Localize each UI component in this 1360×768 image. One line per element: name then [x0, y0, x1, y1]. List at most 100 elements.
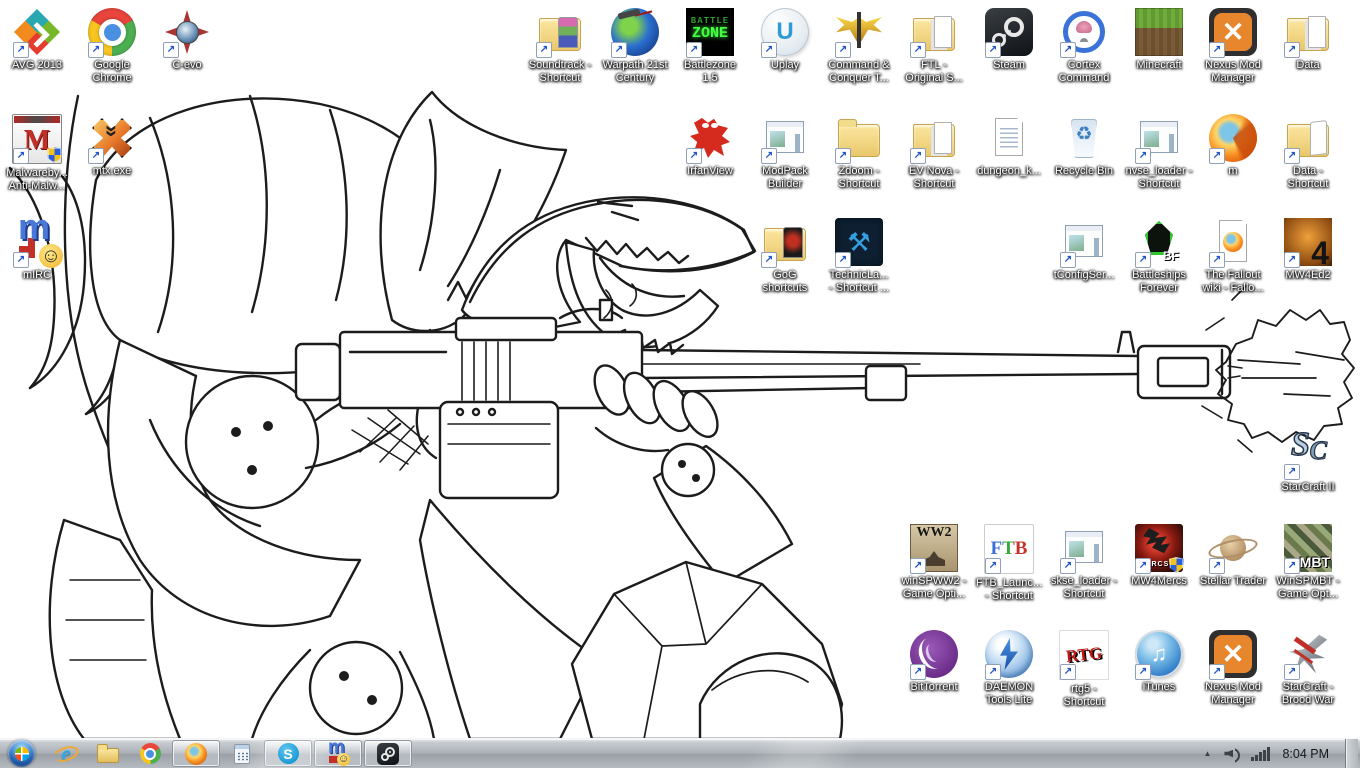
calculator-icon [230, 742, 254, 766]
desktop-icon-modpack-builder[interactable]: ModPack Builder [748, 114, 822, 191]
desktop-icon-itunes[interactable]: iTunes [1122, 630, 1196, 694]
desktop-icon-starcraft-brood-war[interactable]: StarCraft - Brood War [1271, 630, 1345, 707]
shortcut-arrow-icon [1060, 42, 1076, 58]
desktop-surface: AVG 2013 Google Chrome C-evo Soundtrack … [0, 0, 1360, 739]
icon-label: Battleships Forever [1122, 269, 1196, 295]
icon-label: skse_loader - Shortcut [1047, 575, 1121, 601]
desktop-icon-warpath-21st-century[interactable]: Warpath 21st Century [598, 8, 672, 85]
shortcut-arrow-icon [985, 42, 1001, 58]
desktop-icon-gog-shortcuts[interactable]: GoG shortcuts [748, 218, 822, 295]
desktop-icon-irfanview[interactable]: IrfanView [673, 114, 747, 178]
google-chrome-icon [140, 743, 161, 764]
icon-label: Data [1271, 59, 1345, 72]
icon-label: Minecraft [1122, 59, 1196, 72]
desktop-icon-ftl-original-soundtrack[interactable]: FTL - Original S... [897, 8, 971, 85]
show-hidden-icons-button[interactable]: ▲ [1200, 749, 1214, 758]
desktop-icon-data-shortcut[interactable]: Data - Shortcut [1271, 114, 1345, 191]
shortcut-arrow-icon [910, 148, 926, 164]
desktop-icon-uplay[interactable]: Uplay [748, 8, 822, 72]
desktop-icon-cortex-command[interactable]: Cortex Command [1047, 8, 1121, 85]
desktop-icon-zdoom[interactable]: Zdoom - Shortcut [822, 114, 896, 191]
desktop-icon-nexus-mod-manager-2[interactable]: Nexus Mod Manager [1196, 630, 1270, 707]
desktop-icon-ev-nova[interactable]: EV Nova - Shortcut [897, 114, 971, 191]
desktop-icon-winspww2[interactable]: winSPWW2 - Game Opti... [897, 524, 971, 601]
icon-label: rtg5 - Shortcut [1047, 683, 1121, 709]
shortcut-arrow-icon [13, 148, 29, 164]
desktop-icon-winspmbt[interactable]: WinSPMBT - Game Opt... [1271, 524, 1345, 601]
taskbar-button-skype[interactable] [264, 740, 312, 767]
skype-icon [278, 743, 299, 764]
network-signal-icon[interactable] [1251, 747, 1270, 761]
desktop-icon-google-chrome[interactable]: Google Chrome [75, 8, 149, 85]
taskbar-button-steam[interactable] [364, 740, 412, 767]
desktop-icon-battleships-forever[interactable]: Battleships Forever [1122, 218, 1196, 295]
desktop-icon-steam[interactable]: Steam [972, 8, 1046, 72]
desktop-icon-mw4ed2[interactable]: MW4Ed2 [1271, 218, 1345, 282]
desktop-icon-battlezone-15[interactable]: Battlezone 1.5 [673, 8, 747, 85]
icon-label: Google Chrome [75, 59, 149, 85]
desktop-icon-soundtrack[interactable]: Soundtrack - Shortcut [523, 8, 597, 85]
desktop-icon-bittorrent[interactable]: BitTorrent [897, 630, 971, 694]
desktop-icon-mirc[interactable]: mIRC [0, 218, 74, 282]
desktop-icon-data[interactable]: Data [1271, 8, 1345, 72]
taskbar-button-mirc[interactable] [314, 740, 362, 767]
shortcut-arrow-icon [1135, 664, 1151, 680]
desktop-icon-fallout-wiki[interactable]: The Fallout wiki - Fallo... [1196, 218, 1270, 295]
desktop-icon-skse-loader[interactable]: skse_loader - Shortcut [1047, 524, 1121, 601]
desktop-icon-technic-launcher[interactable]: TechnicLa... - Shortcut ... [822, 218, 896, 295]
icon-label: tConfigSer... [1047, 269, 1121, 282]
windows-explorer-icon [96, 742, 120, 766]
minecraft-icon [1135, 8, 1183, 56]
desktop-icon-starcraft-2[interactable]: StarCraft II [1271, 430, 1345, 494]
desktop-icon-ftb-launcher[interactable]: FTB_Launc... - Shortcut [972, 524, 1046, 603]
desktop-icon-mtx-exe[interactable]: mtx.exe [75, 114, 149, 178]
desktop-icon-daemon-tools-lite[interactable]: DAEMON Tools Lite [972, 630, 1046, 707]
taskbar-button-windows-explorer[interactable] [88, 741, 128, 766]
shortcut-arrow-icon [1284, 148, 1300, 164]
shortcut-arrow-icon [1209, 252, 1225, 268]
icon-label: Data - Shortcut [1271, 165, 1345, 191]
icon-label: Nexus Mod Manager [1196, 681, 1270, 707]
desktop-icon-nvse-loader[interactable]: nvse_loader - Shortcut [1122, 114, 1196, 191]
desktop-icon-tconfig-server[interactable]: tConfigSer... [1047, 218, 1121, 282]
show-desktop-button[interactable] [1345, 739, 1358, 768]
desktop-icon-recycle-bin[interactable]: Recycle Bin [1047, 114, 1121, 178]
desktop-icon-malwarebytes[interactable]: Malwareby... Anti-Malw... [0, 114, 74, 193]
taskbar-button-google-chrome[interactable] [130, 741, 170, 766]
shortcut-arrow-icon [835, 148, 851, 164]
icon-label: ModPack Builder [748, 165, 822, 191]
icon-label: TechnicLa... - Shortcut ... [822, 269, 896, 295]
shortcut-arrow-icon [1284, 664, 1300, 680]
desktop-icon-m-firefox[interactable]: m [1196, 114, 1270, 178]
shortcut-arrow-icon [88, 42, 104, 58]
shortcut-arrow-icon [835, 252, 851, 268]
shortcut-arrow-icon [761, 148, 777, 164]
shortcut-arrow-icon [910, 558, 926, 574]
icon-label: winSPWW2 - Game Opti... [897, 575, 971, 601]
recycle-bin-icon [1060, 114, 1108, 162]
desktop-icon-minecraft[interactable]: Minecraft [1122, 8, 1196, 72]
taskbar-button-calculator[interactable] [222, 741, 262, 766]
desktop-icon-c-evo[interactable]: C-evo [150, 8, 224, 72]
taskbar-button-internet-explorer[interactable] [46, 741, 86, 766]
desktop-icon-mw4mercs[interactable]: MW4Mercs [1122, 524, 1196, 588]
taskbar-button-firefox[interactable] [172, 740, 220, 767]
clock[interactable]: 8:04 PM [1280, 747, 1335, 761]
icon-label: FTL - Original S... [897, 59, 971, 85]
shortcut-arrow-icon [1060, 252, 1076, 268]
icon-label: nvse_loader - Shortcut [1122, 165, 1196, 191]
icon-label: BitTorrent [897, 681, 971, 694]
desktop-icon-nexus-mod-manager[interactable]: Nexus Mod Manager [1196, 8, 1270, 85]
desktop-icon-rtg5[interactable]: rtg5 - Shortcut [1047, 630, 1121, 709]
shortcut-arrow-icon [985, 558, 1001, 574]
shortcut-arrow-icon [1060, 558, 1076, 574]
desktop-icon-avg-2013[interactable]: AVG 2013 [0, 8, 74, 72]
desktop-icon-command-and-conquer[interactable]: Command & Conquer T... [822, 8, 896, 85]
shortcut-arrow-icon [985, 664, 1001, 680]
icon-label: DAEMON Tools Lite [972, 681, 1046, 707]
start-button[interactable] [8, 740, 35, 767]
mirc-icon [326, 742, 350, 766]
volume-icon[interactable] [1224, 746, 1241, 762]
desktop-icon-stellar-trader[interactable]: Stellar Trader [1196, 524, 1270, 588]
desktop-icon-dungeon-k[interactable]: dungeon_k... [972, 114, 1046, 178]
